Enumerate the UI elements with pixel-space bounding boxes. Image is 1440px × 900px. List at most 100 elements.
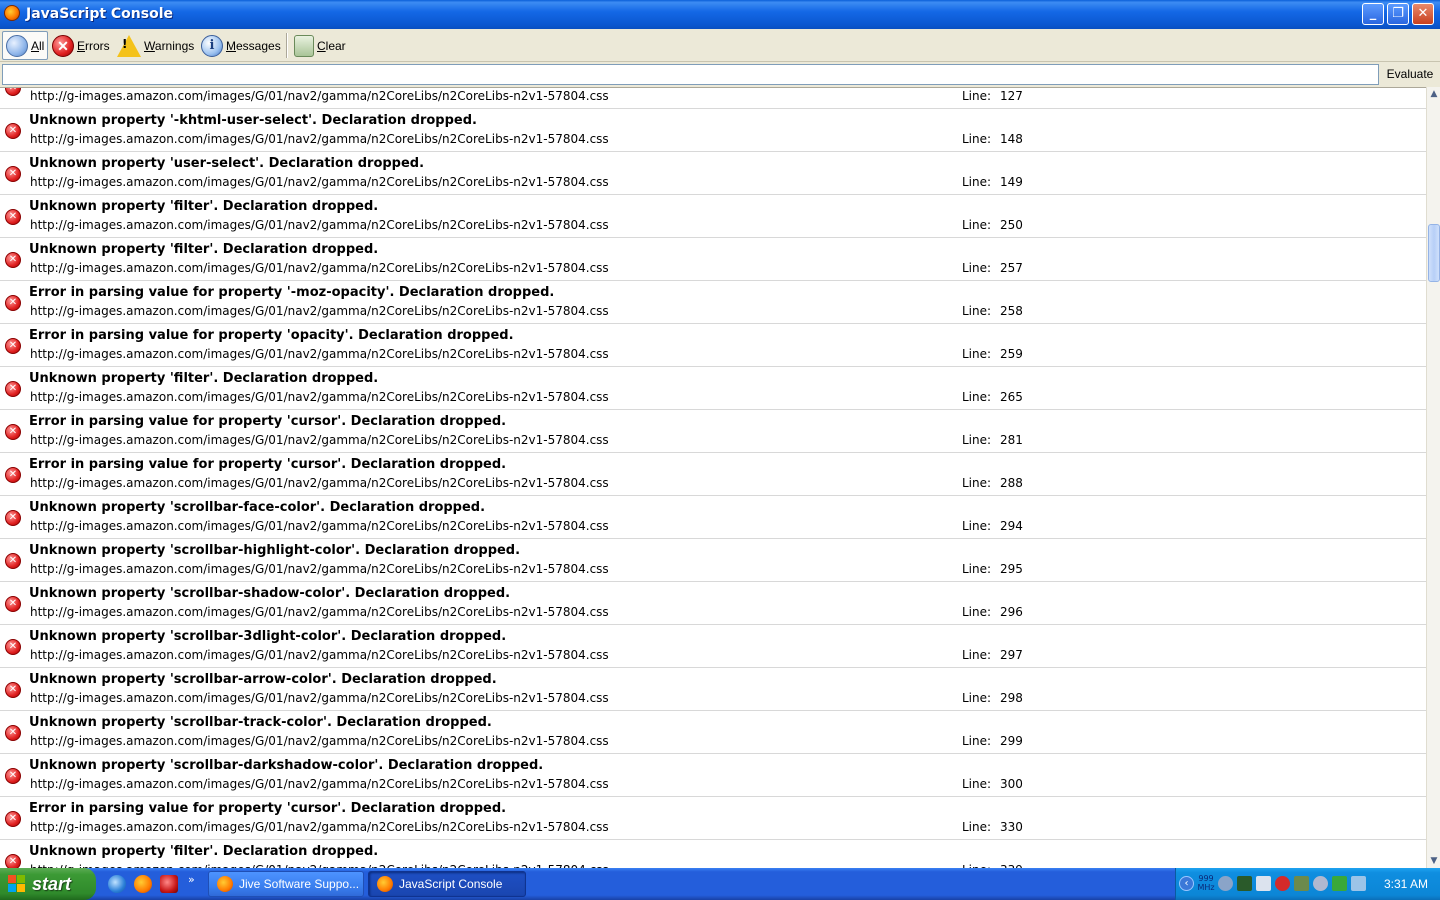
- source-url[interactable]: http://g-images.amazon.com/images/G/01/n…: [30, 519, 609, 533]
- line-number: 299: [1000, 734, 1023, 748]
- console-row[interactable]: ✕Unknown property 'filter'. Declaration …: [0, 195, 1426, 238]
- console-row[interactable]: ✕ Unknown property 'scrollbar-highlight-c…: [0, 539, 1426, 582]
- messages-button[interactable]: i Messages: [198, 31, 284, 60]
- error-message: Unknown property 'user-select'. Declarat…: [29, 156, 425, 171]
- error-message: Error in parsing value for property 'cur…: [29, 801, 507, 816]
- console-row[interactable]: ✕ Unknown property 'scrollbar-darkshadow-…: [0, 754, 1426, 797]
- console-row[interactable]: ✕ Error in parsing value for property 'op…: [0, 324, 1426, 367]
- task-jive-software[interactable]: Jive Software Suppo...: [208, 871, 364, 897]
- tray-expand-icon[interactable]: ‹: [1179, 876, 1194, 891]
- source-url[interactable]: http://g-images.amazon.com/images/G/01/n…: [30, 347, 609, 361]
- speech-bubble-icon: [6, 34, 28, 57]
- flash-icon[interactable]: [1275, 876, 1290, 891]
- source-url[interactable]: http://g-images.amazon.com/images/G/01/n…: [30, 648, 609, 662]
- quicklaunch-more-icon[interactable]: »: [188, 873, 195, 886]
- source-url[interactable]: http://g-images.amazon.com/images/G/01/n…: [30, 261, 609, 275]
- line-number: 330: [1000, 820, 1023, 834]
- source-url[interactable]: http://g-images.amazon.com/images/G/01/n…: [30, 605, 609, 619]
- console-row[interactable]: ✕ Unknown property 'scrollbar-track-color…: [0, 711, 1426, 754]
- console-row[interactable]: ✕Unknown property 'filter'. Declaration …: [0, 840, 1426, 868]
- error-icon: ✕: [5, 596, 21, 612]
- info-icon: i: [201, 34, 223, 57]
- source-url[interactable]: http://g-images.amazon.com/images/G/01/n…: [30, 820, 609, 834]
- taskbar: start » Jive Software Suppo... JavaScrip…: [0, 868, 1440, 900]
- console-row[interactable]: ✕ Unknown property 'scrollbar-3dlight-col…: [0, 625, 1426, 668]
- line-label: Line:: [962, 691, 992, 705]
- windows-flag-icon: [8, 875, 26, 893]
- grid-icon[interactable]: [1237, 876, 1252, 891]
- minimize-button[interactable]: _: [1362, 3, 1384, 25]
- gear-icon[interactable]: [1218, 876, 1233, 891]
- source-url[interactable]: http://g-images.amazon.com/images/G/01/n…: [30, 433, 609, 447]
- messages-label: Messages: [226, 38, 281, 53]
- console-row[interactable]: ✕Unknown property 'filter'. Declaration …: [0, 88, 1426, 109]
- line-label: Line:: [962, 390, 992, 404]
- code-input[interactable]: [2, 64, 1379, 85]
- source-url[interactable]: http://g-images.amazon.com/images/G/01/n…: [30, 175, 609, 189]
- clear-label: Clear: [317, 38, 346, 53]
- console-row[interactable]: ✕Unknown property 'filter'. Declaration …: [0, 238, 1426, 281]
- source-url[interactable]: http://g-images.amazon.com/images/G/01/n…: [30, 734, 609, 748]
- line-number: 298: [1000, 691, 1023, 705]
- laptop-icon[interactable]: [1256, 876, 1271, 891]
- source-url[interactable]: http://g-images.amazon.com/images/G/01/n…: [30, 562, 609, 576]
- error-icon: ✕: [5, 166, 21, 182]
- console-row[interactable]: ✕ Error in parsing value for property 'cu…: [0, 453, 1426, 496]
- source-url[interactable]: http://g-images.amazon.com/images/G/01/n…: [30, 218, 609, 232]
- safely-remove-icon[interactable]: [1351, 876, 1366, 891]
- error-icon: ✕: [5, 209, 21, 225]
- console-row[interactable]: ✕ Error in parsing value for property 'cu…: [0, 410, 1426, 453]
- source-url[interactable]: http://g-images.amazon.com/images/G/01/n…: [30, 132, 609, 146]
- console-row[interactable]: ✕ Unknown property 'scrollbar-arrow-color…: [0, 668, 1426, 711]
- scrollbar-thumb[interactable]: [1428, 224, 1440, 282]
- console-row[interactable]: ✕ Unknown property '-khtml-user-select'. …: [0, 109, 1426, 152]
- toolbar-separator: [286, 33, 288, 58]
- source-url[interactable]: http://g-images.amazon.com/images/G/01/n…: [30, 304, 609, 318]
- source-url[interactable]: http://g-images.amazon.com/images/G/01/n…: [30, 691, 609, 705]
- vertical-scrollbar[interactable]: ▲ ▼: [1426, 87, 1440, 868]
- people-icon[interactable]: [1313, 876, 1328, 891]
- error-icon: ✕: [5, 424, 21, 440]
- source-url[interactable]: http://g-images.amazon.com/images/G/01/n…: [30, 89, 609, 103]
- task-javascript-console[interactable]: JavaScript Console: [368, 871, 526, 897]
- line-number: 148: [1000, 132, 1023, 146]
- console-row[interactable]: ✕ Error in parsing value for property '-m…: [0, 281, 1426, 324]
- source-url[interactable]: http://g-images.amazon.com/images/G/01/n…: [30, 390, 609, 404]
- wireless-icon[interactable]: [1332, 876, 1347, 891]
- line-number: 127: [1000, 89, 1023, 103]
- line-label: Line:: [962, 476, 992, 490]
- firefox-quicklaunch-icon[interactable]: [134, 875, 152, 893]
- error-message: Unknown property 'filter'. Declaration d…: [29, 242, 379, 257]
- console-row[interactable]: ✕Unknown property 'filter'. Declaration …: [0, 367, 1426, 410]
- scroll-down-arrow-icon[interactable]: ▼: [1428, 854, 1440, 868]
- source-url[interactable]: http://g-images.amazon.com/images/G/01/n…: [30, 476, 609, 490]
- close-button[interactable]: ✕: [1412, 3, 1434, 25]
- error-icon: ✕: [5, 725, 21, 741]
- error-icon: ✕: [5, 854, 21, 868]
- errors-button[interactable]: ✕ Errors: [49, 31, 113, 60]
- console-row[interactable]: ✕ Unknown property 'scrollbar-shadow-colo…: [0, 582, 1426, 625]
- error-icon: ✕: [5, 338, 21, 354]
- error-icon: ✕: [5, 381, 21, 397]
- acrobat-icon[interactable]: [160, 875, 178, 893]
- scroll-up-arrow-icon[interactable]: ▲: [1428, 87, 1440, 101]
- console-list[interactable]: ✕ Unknown property 'filter'. Declaration …: [0, 87, 1426, 868]
- all-button[interactable]: All: [2, 31, 49, 60]
- console-list-inner: ✕ Unknown property 'filter'. Declaration …: [0, 88, 1426, 868]
- warning-exclamation: !: [122, 37, 128, 51]
- title-bar[interactable]: JavaScript Console _ ❐ ✕: [0, 0, 1440, 29]
- console-row[interactable]: ✕ Unknown property 'scrollbar-face-color'…: [0, 496, 1426, 539]
- internet-explorer-icon[interactable]: [108, 875, 126, 893]
- line-number: 257: [1000, 261, 1023, 275]
- maximize-button[interactable]: ❐: [1387, 3, 1409, 25]
- error-icon: ✕: [5, 123, 21, 139]
- clear-button[interactable]: Clear: [291, 31, 349, 60]
- evaluate-button[interactable]: Evaluate: [1382, 65, 1438, 84]
- network-devices-icon[interactable]: [1294, 876, 1309, 891]
- console-row[interactable]: ✕ Error in parsing value for property 'cu…: [0, 797, 1426, 840]
- start-button[interactable]: start: [0, 868, 96, 900]
- error-message: Error in parsing value for property 'cur…: [29, 457, 507, 472]
- source-url[interactable]: http://g-images.amazon.com/images/G/01/n…: [30, 777, 609, 791]
- error-message: Unknown property '-khtml-user-select'. D…: [29, 113, 477, 128]
- console-row[interactable]: ✕ Unknown property 'user-select'. Declara…: [0, 152, 1426, 195]
